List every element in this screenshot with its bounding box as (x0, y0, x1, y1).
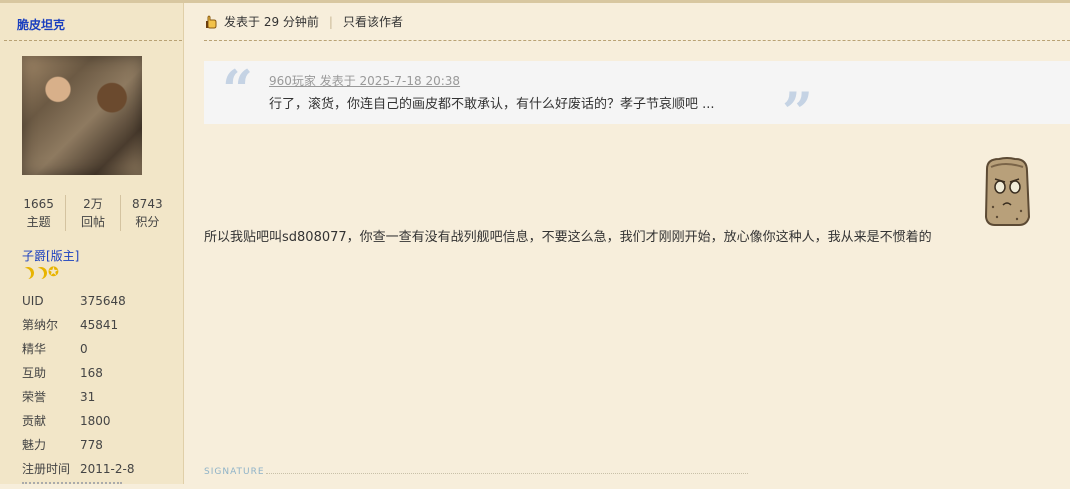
post-hand-icon (206, 15, 217, 29)
stat-replies-label: 回帖 (80, 215, 105, 229)
info-value: 45841 (80, 318, 119, 332)
open-quote-icon: “ (222, 58, 254, 122)
info-key: 精华 (22, 342, 47, 356)
stat-threads-label: 主题 (26, 215, 51, 229)
stat-replies-value: 2万 (83, 197, 103, 211)
stat-threads[interactable]: 1665 主题 (12, 195, 67, 231)
author-sidebar: 脆皮坦克 1665 主题 2万 回帖 8743 积分 子爵[版主] ✪ UID … (0, 3, 184, 484)
moon-icon (35, 267, 47, 279)
info-row-contribution: 贡献 1800 (22, 409, 134, 433)
author-stats: 1665 主题 2万 回帖 8743 积分 (12, 195, 174, 231)
info-key: 荣誉 (22, 390, 47, 404)
bread-emoticon-icon (984, 157, 1031, 226)
info-row-dinar: 第纳尔 45841 (22, 313, 134, 337)
author-avatar[interactable] (22, 56, 142, 175)
only-author-link[interactable]: 只看该作者 (343, 12, 403, 32)
quote-text: 行了，滚货，你连自己的画皮都不敢承认，有什么好废话的？孝子节哀顺吧 ... (269, 97, 715, 112)
post-divider (204, 40, 1070, 41)
author-rank-link[interactable]: 子爵[版主] (22, 247, 79, 264)
star-icon: ✪ (48, 265, 59, 280)
sidebar-icons-cropped (22, 482, 122, 489)
info-key: 互助 (22, 366, 47, 380)
rank-stars: ✪ (22, 265, 59, 280)
stat-replies[interactable]: 2万 回帖 (66, 195, 121, 231)
author-info: UID 375648 第纳尔 45841 精华 0 互助 168 荣誉 31 贡… (22, 289, 134, 481)
quote-block: “ 960玩家 发表于 2025-7-18 20:38 行了，滚货，你连自己的画… (204, 58, 1070, 139)
info-value: 31 (80, 390, 96, 404)
info-value: 168 (80, 366, 103, 380)
info-value: 375648 (80, 294, 126, 308)
moon-icon (22, 267, 34, 279)
info-value: 1800 (80, 414, 111, 428)
post-time: 发表于 29 分钟前 (224, 15, 319, 29)
stat-points[interactable]: 8743 积分 (121, 195, 174, 231)
info-key: 魅力 (22, 438, 47, 452)
post-meta-bar: 发表于 29 分钟前 | 只看该作者 (204, 12, 403, 32)
info-value: 0 (80, 342, 88, 356)
quote-source-link[interactable]: 960玩家 发表于 2025-7-18 20:38 (269, 72, 460, 89)
post-body: 所以我贴吧叫sd808077，你查一查有没有战列舰吧信息，不要这么急，我们才刚刚… (204, 230, 932, 245)
signature-divider (266, 473, 748, 474)
author-username-link[interactable]: 脆皮坦克 (17, 16, 65, 33)
info-row-honor: 荣誉 31 (22, 385, 134, 409)
signature-label: SIGNATURE (204, 467, 265, 477)
stat-threads-value: 1665 (23, 197, 54, 211)
info-row-register-date: 注册时间 2011-2-8 (22, 457, 134, 481)
info-key: 注册时间 (22, 462, 71, 476)
info-row-charm: 魅力 778 (22, 433, 134, 457)
close-quote-icon: ” (782, 80, 814, 144)
stat-points-value: 8743 (132, 197, 163, 211)
info-row-help: 互助 168 (22, 361, 134, 385)
meta-separator: | (328, 15, 333, 29)
info-row-digest: 精华 0 (22, 337, 134, 361)
info-row-uid: UID 375648 (22, 289, 134, 313)
info-key: 贡献 (22, 414, 47, 428)
stat-points-label: 积分 (135, 215, 160, 229)
info-key: UID (22, 294, 44, 308)
sidebar-divider (4, 40, 182, 41)
info-value: 2011-2-8 (80, 462, 135, 476)
info-value: 778 (80, 438, 103, 452)
info-key: 第纳尔 (22, 318, 59, 332)
